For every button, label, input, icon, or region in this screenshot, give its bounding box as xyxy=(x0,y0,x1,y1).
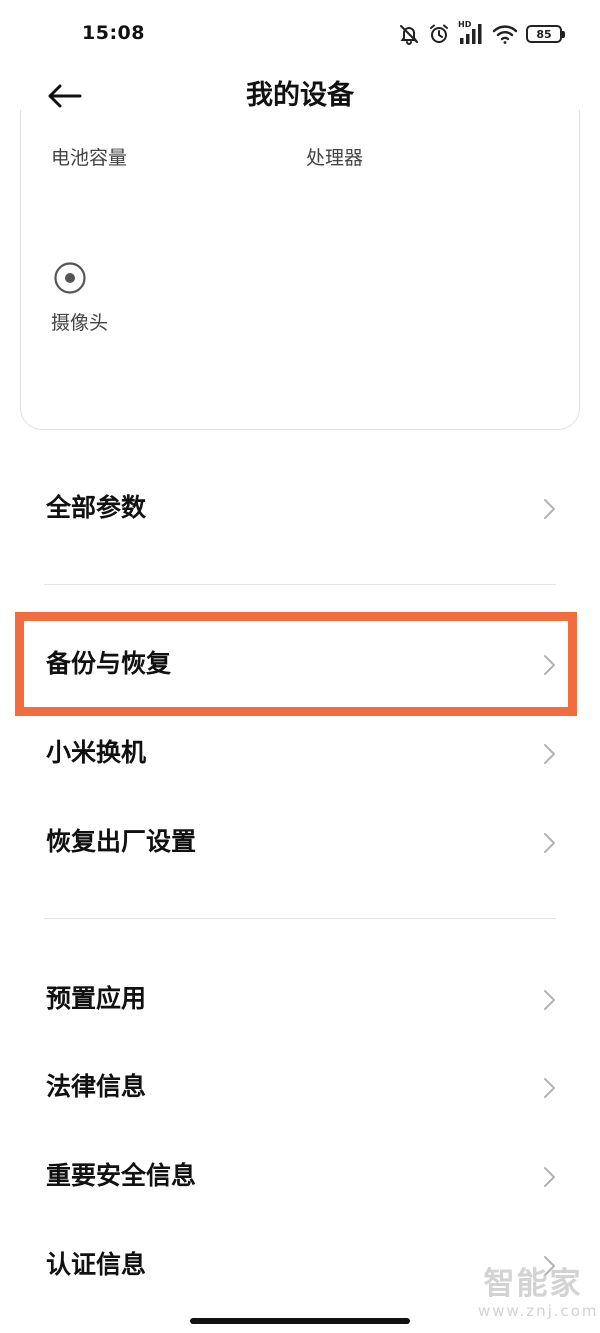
setting-item-preinstalled-apps[interactable]: 预置应用 xyxy=(0,964,600,1034)
home-indicator[interactable] xyxy=(190,1318,410,1324)
network-badge: HD xyxy=(458,20,472,29)
chevron-right-icon xyxy=(544,499,555,519)
watermark-text: 智能家 xyxy=(483,1266,583,1302)
status-bar: 15:08 HD 85 xyxy=(0,0,600,66)
chevron-right-icon xyxy=(544,833,555,853)
setting-label: 小米换机 xyxy=(46,738,147,767)
watermark: 智能家 www.znj.com xyxy=(478,1266,599,1320)
setting-label: 认证信息 xyxy=(46,1250,147,1279)
setting-item-mi-mover[interactable]: 小米换机 xyxy=(0,718,600,788)
divider xyxy=(44,584,556,585)
setting-label: 法律信息 xyxy=(46,1072,147,1101)
setting-label: 重要安全信息 xyxy=(46,1161,197,1190)
battery-icon: 85 xyxy=(526,25,565,43)
chevron-right-icon xyxy=(544,655,555,675)
setting-item-safety-info[interactable]: 重要安全信息 xyxy=(0,1141,600,1211)
watermark-url: www.znj.com xyxy=(478,1302,599,1320)
setting-label: 恢复出厂设置 xyxy=(46,827,197,856)
camera-lens-icon xyxy=(54,262,86,294)
bell-muted-icon xyxy=(398,23,420,45)
battery-level: 85 xyxy=(536,27,552,41)
chevron-right-icon xyxy=(544,744,555,764)
wifi-icon xyxy=(492,23,518,45)
setting-label: 全部参数 xyxy=(46,493,147,522)
status-time: 15:08 xyxy=(82,22,145,44)
spec-camera-label: 摄像头 xyxy=(51,312,109,334)
signal-icon: HD xyxy=(458,20,484,46)
setting-item-all-specs[interactable]: 全部参数 xyxy=(0,473,600,543)
setting-item-factory-reset[interactable]: 恢复出厂设置 xyxy=(0,807,600,877)
setting-label: 备份与恢复 xyxy=(46,649,172,678)
chevron-right-icon xyxy=(544,990,555,1010)
chevron-right-icon xyxy=(544,1167,555,1187)
spec-battery-label: 电池容量 xyxy=(51,147,128,169)
chevron-right-icon xyxy=(544,1078,555,1098)
divider xyxy=(44,918,556,919)
alarm-icon xyxy=(428,23,450,45)
status-icons: HD 85 xyxy=(398,20,565,48)
setting-label: 预置应用 xyxy=(46,984,147,1013)
device-spec-card: 电池容量 处理器 摄像头 xyxy=(20,110,580,430)
setting-item-backup-restore[interactable]: 备份与恢复 xyxy=(0,629,600,699)
spec-processor-label: 处理器 xyxy=(306,147,364,169)
setting-item-legal-info[interactable]: 法律信息 xyxy=(0,1052,600,1122)
